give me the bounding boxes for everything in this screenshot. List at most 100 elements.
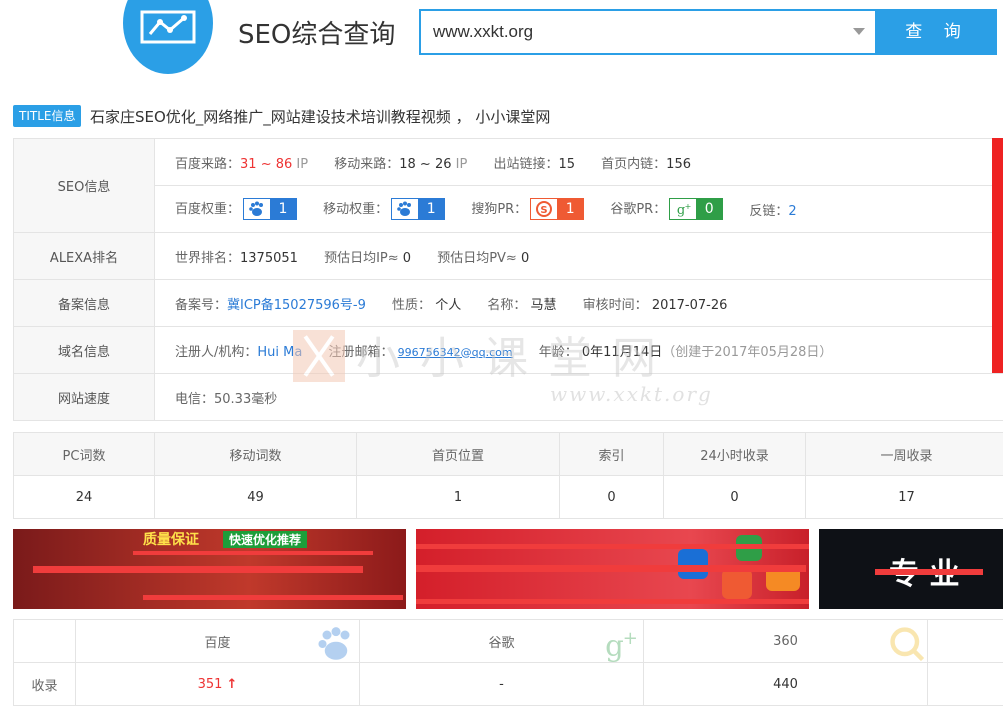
- icp-nature-value: 个人: [435, 297, 462, 313]
- stats-value-pc[interactable]: 24: [13, 475, 155, 519]
- created-date: （创建于2017年05月28日）: [662, 344, 833, 360]
- seo-traffic-row: 百度来路：31 ~ 86 IP 移动来路：18 ~ 26 IP 出站链接：15 …: [154, 138, 1003, 186]
- stats-value-week: 17: [805, 475, 1003, 519]
- ad-banner-3[interactable]: 专 业: [819, 529, 1003, 609]
- title-info-text: 石家庄SEO优化_网络推广_网站建设技术培训教程视频 ， 小小课堂网: [90, 108, 551, 126]
- icp-label: 备案信息: [13, 279, 155, 327]
- stats-header-index: 索引: [559, 432, 664, 476]
- engine-header-google: 谷歌 g +: [359, 619, 644, 663]
- stats-header-mobile: 移动词数: [154, 432, 357, 476]
- google-pr-badge[interactable]: g +0: [669, 198, 724, 221]
- chevron-down-icon[interactable]: [853, 28, 865, 35]
- svg-text:g: g: [605, 628, 624, 662]
- engine-header-360-label: 360: [773, 633, 798, 649]
- baidu-traffic-sep: ~: [256, 156, 276, 172]
- banner-1-redact: [33, 566, 363, 573]
- world-rank-label: 世界排名：: [175, 250, 241, 266]
- icp-row: 备案号：冀ICP备15027596号-9 性质： 个人 名称： 马慧 审核时间：…: [154, 279, 1003, 327]
- keyword-stats-table: PC词数 移动词数 首页位置 索引 24小时收录 一周收录 24 49 1 0 …: [13, 432, 1003, 519]
- side-float-banner[interactable]: [992, 138, 1003, 373]
- baidu-weight-value: 1: [270, 199, 297, 220]
- stats-header-pc: PC词数: [13, 432, 155, 476]
- icp-name-label: 名称：: [487, 297, 527, 313]
- banner-1-redact-3: [143, 595, 403, 600]
- icp-audit-label: 审核时间：: [582, 297, 648, 313]
- engine-value-360[interactable]: 440: [643, 662, 928, 706]
- outbound-value[interactable]: 15: [558, 157, 575, 172]
- engine-value-google: -: [359, 662, 644, 706]
- mobile-ip-unit: IP: [451, 156, 468, 172]
- speed-label: 网站速度: [13, 373, 155, 421]
- site-logo[interactable]: [123, 0, 213, 74]
- registrant-label: 注册人/机构：: [175, 344, 258, 360]
- ad-banner-2[interactable]: [416, 529, 809, 609]
- engine-header-baidu-label: 百度: [204, 635, 231, 651]
- banner-2-app-icon: [678, 549, 708, 579]
- google-pr-label: 谷歌PR：: [610, 201, 667, 217]
- mobile-weight-badge[interactable]: 1: [391, 198, 446, 221]
- stats-value-index: 0: [559, 475, 664, 519]
- engine-header-google-label: 谷歌: [488, 635, 515, 651]
- ip-unit: IP: [292, 156, 309, 172]
- daily-ip-label: 预估日均IP≈: [324, 250, 399, 266]
- stats-header-week: 一周收录: [805, 432, 1003, 476]
- engine-value-extra: [927, 662, 1003, 706]
- outbound-label: 出站链接：: [493, 156, 559, 172]
- svg-text:S: S: [541, 205, 548, 216]
- svg-text:+: +: [623, 628, 638, 649]
- baidu-traffic-high[interactable]: 86: [276, 157, 293, 172]
- stats-value-mobile[interactable]: 49: [154, 475, 357, 519]
- search-box: [419, 9, 877, 55]
- banner-2-redact-2: [416, 565, 806, 572]
- world-rank-value: 1375051: [240, 250, 298, 266]
- banner-1-badge: 快速优化推荐: [223, 531, 308, 548]
- search-button[interactable]: 查 询: [877, 9, 997, 55]
- sogou-pr-value: 1: [557, 199, 584, 220]
- engine-value-baidu[interactable]: 351 ↑: [75, 662, 360, 706]
- banner-1-redact-2: [133, 551, 373, 555]
- internal-value[interactable]: 156: [666, 157, 691, 172]
- chart-monitor-icon: [140, 10, 196, 44]
- watermark-text-en: www.xxkt.org: [550, 382, 713, 406]
- mobile-weight-value: 1: [418, 199, 445, 220]
- baidu-weight-label: 百度权重：: [175, 201, 241, 217]
- icp-number-link[interactable]: 冀ICP备15027596号-9: [227, 298, 366, 313]
- mobile-weight-label: 移动权重：: [323, 201, 389, 217]
- alexa-row: 世界排名：1375051 预估日均IP≈ 0 预估日均PV≈ 0: [154, 232, 1003, 280]
- baidu-paw-icon: [318, 627, 350, 660]
- seo-weight-row: 百度权重： 1 移动权重： 1 搜狗PR： S 1 谷歌PR： g +0 反链：2: [154, 185, 1003, 233]
- baidu-paw-icon: [392, 199, 418, 219]
- daily-pv-value: 0: [520, 250, 530, 266]
- icp-name-value: 马慧: [530, 297, 557, 313]
- baidu-traffic-low[interactable]: 31: [240, 157, 257, 172]
- daily-pv-label: 预估日均PV≈: [437, 250, 517, 266]
- page-title: SEO综合查询: [238, 20, 396, 50]
- engine-index-table: 百度 谷歌 g + 360 收录 351 ↑ - 440: [13, 619, 1003, 706]
- baidu-paw-icon: [244, 199, 270, 219]
- watermark-logo: [293, 330, 345, 382]
- 360-search-icon: [890, 627, 925, 662]
- stats-value-home-pos: 1: [356, 475, 560, 519]
- sogou-pr-badge[interactable]: S1: [530, 198, 585, 221]
- engine-header-baidu: 百度: [75, 619, 360, 663]
- google-plus-icon: g+: [670, 199, 696, 219]
- icp-audit-date: 2017-07-26: [651, 297, 728, 313]
- banner-1-top-text: 质量保证: [143, 532, 199, 548]
- baidu-traffic-label: 百度来路：: [175, 156, 241, 172]
- search-input[interactable]: [421, 11, 841, 53]
- banner-2-redact-3: [416, 599, 809, 604]
- internal-label: 首页内链：: [601, 156, 667, 172]
- engine-header-360: 360: [643, 619, 928, 663]
- stats-header-24h: 24小时收录: [663, 432, 806, 476]
- alexa-label: ALEXA排名: [13, 232, 155, 280]
- banner-3-redact: [875, 569, 983, 575]
- backlink-value[interactable]: 2: [788, 204, 796, 219]
- sogou-pr-label: 搜狗PR：: [471, 201, 528, 217]
- domain-label: 域名信息: [13, 326, 155, 374]
- icp-number-label: 备案号：: [175, 297, 228, 313]
- baidu-index-count: 351: [197, 676, 223, 692]
- ad-banner-1[interactable]: 质量保证 快速优化推荐: [13, 529, 406, 609]
- mobile-traffic-value: 18 ~ 26: [399, 156, 452, 172]
- baidu-weight-badge[interactable]: 1: [243, 198, 298, 221]
- mobile-traffic-label: 移动来路：: [334, 156, 400, 172]
